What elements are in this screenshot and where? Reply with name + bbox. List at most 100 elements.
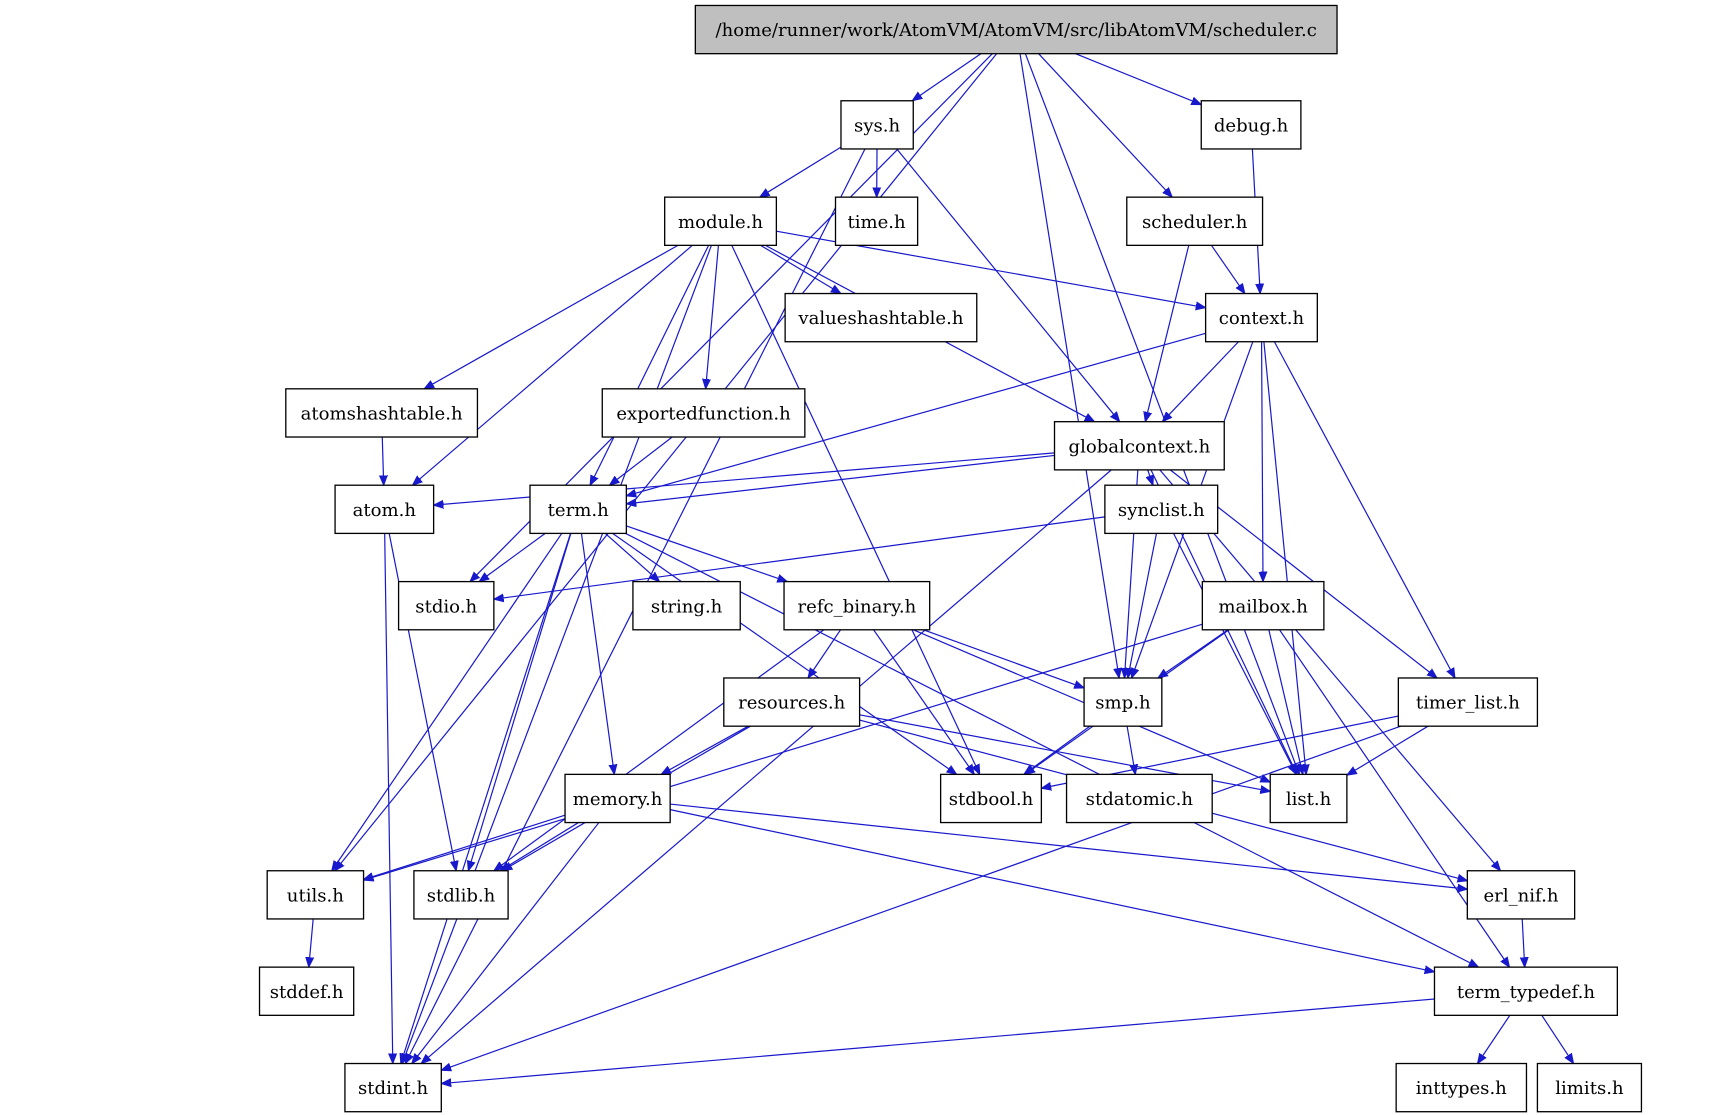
edge-refc_binary-to-resources	[808, 629, 842, 678]
node-memory[interactable]: memory.h	[564, 773, 671, 824]
edge-atom-to-stdint	[384, 533, 393, 1063]
node-globalcontext[interactable]: globalcontext.h	[1053, 421, 1225, 471]
node-mailbox[interactable]: mailbox.h	[1201, 580, 1325, 631]
edge-scheduler-to-globalcontext	[1145, 245, 1190, 421]
node-label: stdint.h	[358, 1078, 428, 1099]
edge-term_typedef-to-limits	[1541, 1014, 1574, 1063]
node-label: stdatomic.h	[1086, 789, 1194, 810]
edge-module-to-valueshashtable	[760, 244, 841, 293]
node-module[interactable]: module.h	[664, 196, 778, 247]
node-stdatomic[interactable]: stdatomic.h	[1065, 773, 1213, 824]
edge-synclist-to-list	[1173, 533, 1297, 774]
edge-sys-to-globalcontext	[896, 148, 1120, 422]
node-term[interactable]: term.h	[529, 484, 628, 535]
node-smp[interactable]: smp.h	[1083, 677, 1163, 727]
edge-utils-to-stddef	[309, 918, 313, 967]
edge-term-to-stdio	[479, 532, 546, 581]
edge-scheduler-to-context	[1210, 245, 1244, 293]
node-stdlib[interactable]: stdlib.h	[413, 870, 509, 920]
node-stdio[interactable]: stdio.h	[397, 580, 495, 631]
node-label: stdbool.h	[949, 789, 1034, 810]
node-label: refc_binary.h	[798, 596, 917, 617]
node-atomshashtable[interactable]: atomshashtable.h	[285, 388, 479, 438]
node-resources[interactable]: resources.h	[723, 677, 861, 727]
node-utils[interactable]: utils.h	[266, 870, 365, 920]
node-label: atomshashtable.h	[301, 404, 463, 425]
edge-timer_list-to-list	[1347, 725, 1429, 775]
edge-context-to-mailbox	[1262, 341, 1263, 582]
node-exportedfunction[interactable]: exportedfunction.h	[601, 388, 806, 438]
edges-layer	[309, 53, 1574, 1084]
node-label: resources.h	[738, 693, 846, 714]
node-label: stddef.h	[270, 982, 344, 1003]
node-sys[interactable]: sys.h	[840, 100, 914, 150]
node-limits[interactable]: limits.h	[1536, 1062, 1643, 1113]
root-file-node[interactable]: /home/runner/work/AtomVM/AtomVM/src/libA…	[694, 4, 1338, 55]
edge-module-to-term	[590, 245, 710, 485]
node-label: module.h	[678, 212, 763, 233]
edge-term-to-string	[604, 532, 659, 581]
node-label: smp.h	[1095, 693, 1151, 714]
edge-globalcontext-to-term	[626, 454, 1055, 503]
node-label: exportedfunction.h	[616, 404, 791, 425]
node-label: timer_list.h	[1416, 693, 1520, 714]
node-label: inttypes.h	[1416, 1078, 1507, 1099]
node-term-typedef[interactable]: term_typedef.h	[1433, 966, 1619, 1016]
node-stdint[interactable]: stdint.h	[344, 1062, 442, 1113]
node-label: erl_nif.h	[1484, 885, 1559, 906]
edge-memory-to-utils	[364, 814, 566, 879]
node-label: atom.h	[353, 500, 417, 521]
include-dependency-graph: /home/runner/work/AtomVM/AtomVM/src/libA…	[258, 4, 1643, 1113]
edge-sys-to-module	[760, 146, 842, 197]
node-synclist[interactable]: synclist.h	[1104, 484, 1219, 535]
node-timer-list[interactable]: timer_list.h	[1397, 677, 1539, 727]
node-label: term.h	[548, 500, 609, 521]
node-label: limits.h	[1555, 1078, 1624, 1099]
edge-refc_binary-to-smp	[923, 629, 1084, 688]
edge-term_typedef-to-inttypes	[1478, 1014, 1511, 1063]
edge-root-to-utils	[335, 53, 998, 871]
edge-module-to-exportedfunction	[706, 245, 720, 388]
node-time[interactable]: time.h	[834, 196, 919, 247]
node-valueshashtable[interactable]: valueshashtable.h	[784, 292, 978, 343]
edge-term_typedef-to-stdint	[441, 998, 1435, 1084]
node-label: utils.h	[287, 885, 344, 906]
node-label: context.h	[1219, 308, 1305, 329]
node-label: debug.h	[1214, 115, 1289, 136]
edge-smp-to-stdatomic	[1126, 726, 1135, 774]
node-stdbool[interactable]: stdbool.h	[939, 773, 1043, 824]
node-inttypes[interactable]: inttypes.h	[1395, 1062, 1528, 1113]
node-label: string.h	[651, 596, 723, 617]
edge-globalcontext-to-atom	[434, 452, 1055, 505]
node-label: sys.h	[854, 115, 900, 136]
edge-globalcontext-to-stdint	[421, 469, 1112, 1064]
edge-module-to-stdint	[402, 245, 713, 1063]
node-stddef[interactable]: stddef.h	[258, 966, 355, 1016]
node-label: synclist.h	[1118, 500, 1205, 521]
edge-context-to-globalcontext	[1162, 341, 1239, 422]
node-scheduler[interactable]: scheduler.h	[1126, 196, 1264, 247]
edge-smp-to-stdbool	[1024, 725, 1091, 774]
edge-root-to-smp	[1019, 53, 1119, 678]
edge-erl_nif-to-term_typedef	[1522, 918, 1525, 967]
node-string[interactable]: string.h	[632, 580, 741, 631]
node-list[interactable]: list.h	[1269, 773, 1348, 824]
edge-root-to-sys	[912, 53, 982, 101]
node-debug[interactable]: debug.h	[1200, 100, 1302, 150]
node-label: globalcontext.h	[1069, 436, 1211, 457]
edge-mailbox-to-smp	[1158, 629, 1229, 678]
node-context[interactable]: context.h	[1204, 292, 1318, 343]
edge-term-to-memory	[580, 533, 614, 774]
edge-refc_binary-to-stdlib	[494, 629, 825, 871]
edge-context-to-list	[1263, 341, 1306, 775]
edge-module-to-atomshashtable	[424, 244, 679, 388]
node-atom[interactable]: atom.h	[334, 484, 435, 535]
node-label: mailbox.h	[1218, 596, 1308, 617]
node-label: stdlib.h	[427, 885, 496, 906]
node-refc-binary[interactable]: refc_binary.h	[783, 580, 931, 631]
edge-mailbox-to-utils	[364, 623, 1203, 880]
edge-refc_binary-to-stdbool	[873, 629, 975, 775]
node-erl-nif[interactable]: erl_nif.h	[1466, 870, 1576, 920]
node-label: stdio.h	[415, 596, 477, 617]
edge-term-to-stdbool	[612, 532, 957, 774]
